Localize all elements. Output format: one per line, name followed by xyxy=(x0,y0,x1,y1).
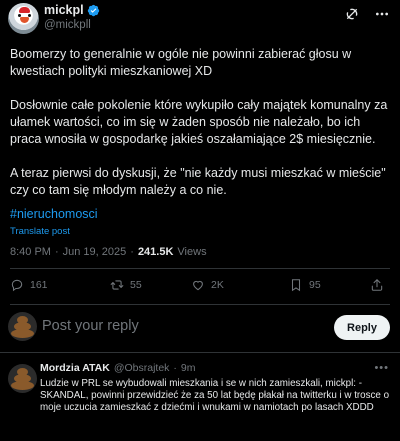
repost-icon xyxy=(110,280,124,290)
translate-post-link[interactable]: Translate post xyxy=(10,226,70,237)
views-label: Views xyxy=(177,246,207,258)
more-icon[interactable]: ••• xyxy=(374,362,389,374)
reply-count: 161 xyxy=(30,279,48,291)
reply-action[interactable]: 161 xyxy=(10,278,48,292)
tweet-meta: 8:40 PM · Jun 19, 2025 · 241.5K Views xyxy=(10,246,207,258)
divider xyxy=(0,352,400,353)
reply-time[interactable]: 9m xyxy=(181,362,196,374)
bookmark-icon xyxy=(291,279,301,292)
reply-button[interactable]: Reply xyxy=(334,315,390,340)
bookmark-count: 95 xyxy=(309,279,321,291)
author-avatar[interactable] xyxy=(8,3,39,34)
tweet-paragraph: Boomerzy to generalnie w ogóle nie powin… xyxy=(10,47,352,78)
reply-icon xyxy=(11,279,23,292)
tweet-paragraph: A teraz pierwsi do dyskusji, że "nie każ… xyxy=(10,166,386,197)
meta-separator: · xyxy=(54,246,59,258)
tweet-date[interactable]: Jun 19, 2025 xyxy=(63,246,127,258)
repost-action[interactable]: 55 xyxy=(110,278,142,292)
tweet-time[interactable]: 8:40 PM xyxy=(10,246,51,258)
tweet-header: mickpl @mickpll xyxy=(0,0,400,40)
meta-separator: · xyxy=(130,246,134,258)
share-icon xyxy=(371,279,383,291)
reply-text: Ludzie w PRL se wybudowali mieszkania i … xyxy=(40,378,390,414)
tweet-paragraph: Dosłownie całe pokolenie które wykupiło … xyxy=(10,98,388,146)
like-action[interactable]: 2K xyxy=(191,278,224,292)
user-avatar[interactable] xyxy=(8,312,37,341)
tweet-text: Boomerzy to generalnie w ogóle nie powin… xyxy=(10,46,392,199)
header-actions xyxy=(344,6,390,22)
reply-header: Mordzia ATAK @Obsrajtek · 9m ••• xyxy=(40,362,395,374)
grok-icon[interactable] xyxy=(344,6,360,22)
author-name-row: mickpl xyxy=(44,3,100,17)
reply-author-handle[interactable]: @Obsrajtek xyxy=(114,362,170,374)
like-count: 2K xyxy=(211,279,224,291)
like-icon xyxy=(193,280,203,291)
author-display-name[interactable]: mickpl xyxy=(44,3,84,17)
reply-separator: · xyxy=(173,362,177,374)
more-icon[interactable] xyxy=(374,6,390,22)
tweet-actions: 161 55 2K 95 xyxy=(10,278,390,298)
views-count[interactable]: 241.5K xyxy=(138,246,173,258)
share-action[interactable] xyxy=(370,278,384,292)
divider xyxy=(10,304,390,305)
reply-input[interactable]: Post your reply xyxy=(42,318,139,334)
hashtag-link[interactable]: #nieruchomosci xyxy=(10,207,98,221)
bookmark-action[interactable]: 95 xyxy=(289,278,321,292)
reply-author-name[interactable]: Mordzia ATAK xyxy=(40,362,110,374)
reply-tweet[interactable]: Mordzia ATAK @Obsrajtek · 9m ••• Ludzie … xyxy=(0,356,400,441)
reply-composer: Post your reply Reply xyxy=(0,311,400,345)
verified-badge-icon xyxy=(87,4,99,16)
author-handle[interactable]: @mickpll xyxy=(44,19,91,31)
divider xyxy=(10,268,390,269)
reply-author-avatar[interactable] xyxy=(8,364,37,393)
repost-count: 55 xyxy=(130,279,142,291)
